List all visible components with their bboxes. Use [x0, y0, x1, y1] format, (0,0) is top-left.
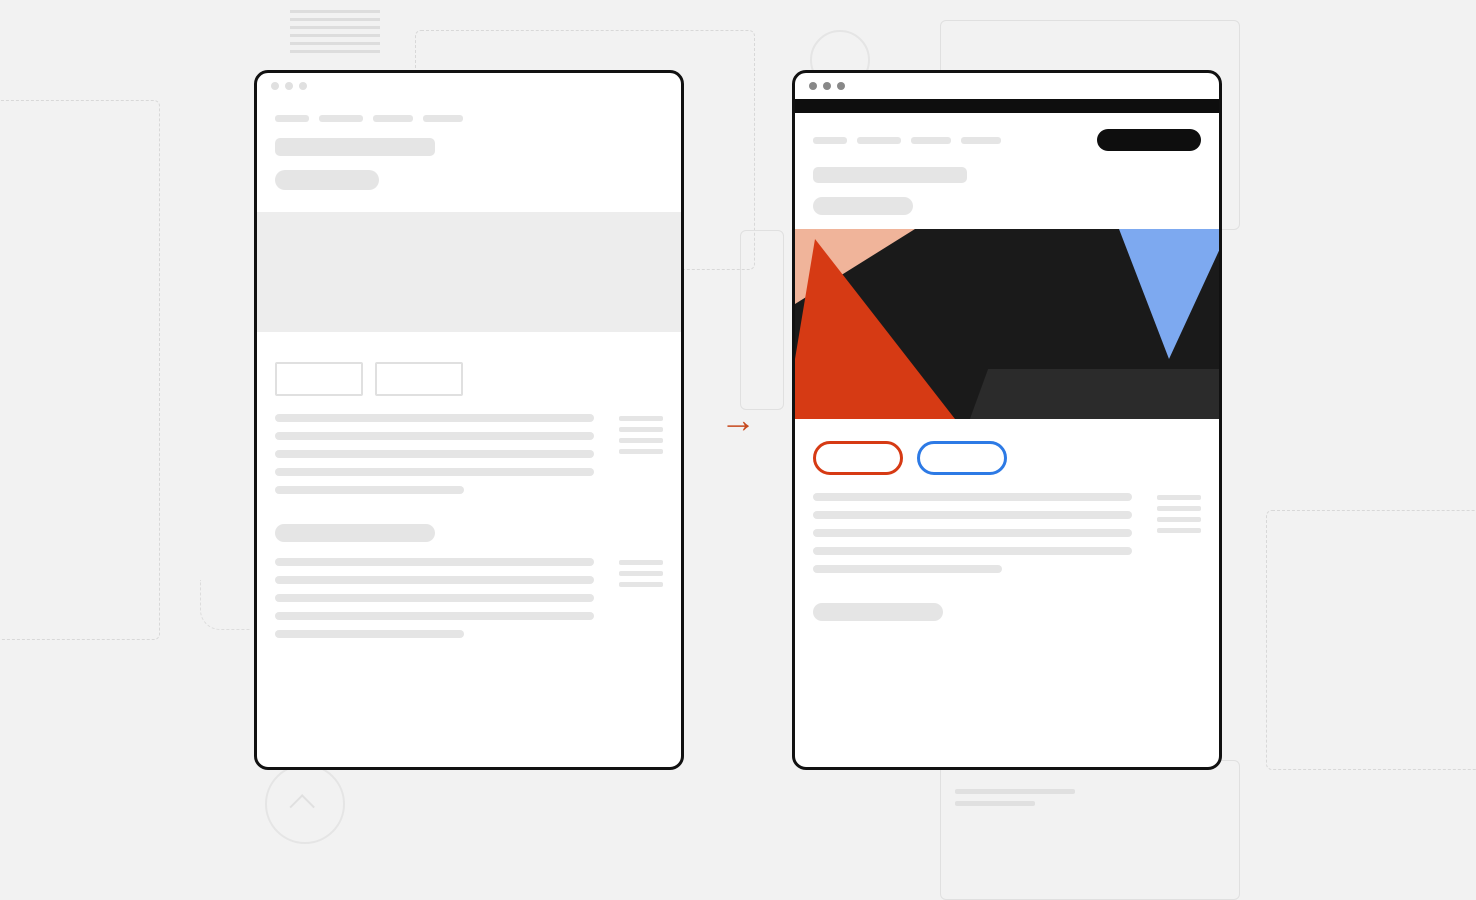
- nav-item: [423, 115, 463, 122]
- subheading-placeholder: [275, 524, 435, 542]
- heading-block: [257, 130, 681, 198]
- text-line: [275, 558, 594, 566]
- title-bar: [795, 73, 1219, 99]
- text-line: [275, 612, 594, 620]
- hero-shape-grey: [970, 369, 1219, 419]
- text-line: [275, 450, 594, 458]
- subheading-placeholder: [813, 603, 943, 621]
- bg-circle-caret: [265, 764, 345, 844]
- paragraph-block: [257, 548, 681, 658]
- heading-placeholder: [813, 167, 967, 183]
- sidebar-lines: [619, 414, 663, 504]
- nav-bar: [257, 99, 681, 130]
- hero-placeholder: [257, 212, 681, 332]
- sidebar-lines: [1157, 493, 1201, 583]
- hero-shape-blue: [1119, 229, 1219, 359]
- nav-item: [911, 137, 951, 144]
- paragraph-block: [795, 483, 1219, 593]
- wireframe-window: [254, 70, 684, 770]
- heading-block: [795, 159, 1219, 223]
- text-line: [275, 486, 464, 494]
- subheading-placeholder: [813, 197, 913, 215]
- text-line: [275, 594, 594, 602]
- subheading-placeholder: [275, 170, 379, 190]
- subheading-block: [257, 514, 681, 548]
- sidebar-lines: [619, 558, 663, 648]
- hero-image: [795, 229, 1219, 419]
- top-accent-bar: [795, 99, 1219, 113]
- heading-placeholder: [275, 138, 435, 156]
- bg-hamburger-lines: [290, 10, 380, 53]
- comparison-row: →: [0, 70, 1476, 770]
- hero-shape-orange: [795, 239, 955, 419]
- text-line: [275, 414, 594, 422]
- text-line: [813, 493, 1132, 501]
- pill-button-row: [795, 419, 1219, 483]
- subheading-block: [795, 593, 1219, 627]
- outline-button: [275, 362, 363, 396]
- cta-button: [1097, 129, 1201, 151]
- arrow-right-icon: →: [720, 399, 756, 441]
- designed-window: [792, 70, 1222, 770]
- bg-card-outline: [940, 760, 1240, 900]
- window-dot: [823, 82, 831, 90]
- pill-button-blue: [917, 441, 1007, 475]
- nav-item: [275, 115, 309, 122]
- window-dot: [299, 82, 307, 90]
- text-line: [813, 511, 1132, 519]
- window-dot: [837, 82, 845, 90]
- nav-item: [813, 137, 847, 144]
- nav-bar: [795, 113, 1219, 159]
- window-dot: [271, 82, 279, 90]
- pill-button-orange: [813, 441, 903, 475]
- button-row: [257, 348, 681, 404]
- outline-button: [375, 362, 463, 396]
- text-line: [275, 576, 594, 584]
- nav-item: [373, 115, 413, 122]
- window-dot: [809, 82, 817, 90]
- text-line: [275, 630, 464, 638]
- nav-item: [961, 137, 1001, 144]
- text-line: [813, 529, 1132, 537]
- text-line: [275, 468, 594, 476]
- paragraph-block: [257, 404, 681, 514]
- nav-item: [319, 115, 363, 122]
- text-line: [813, 547, 1132, 555]
- text-line: [275, 432, 594, 440]
- window-dot: [285, 82, 293, 90]
- nav-item: [857, 137, 901, 144]
- title-bar: [257, 73, 681, 99]
- text-line: [813, 565, 1002, 573]
